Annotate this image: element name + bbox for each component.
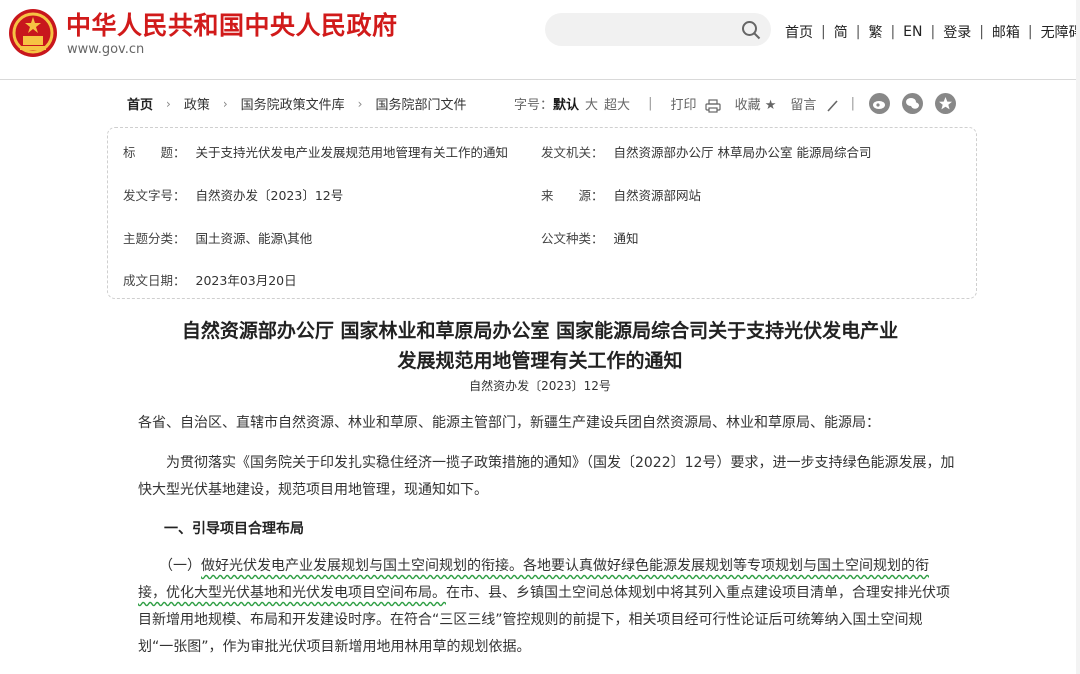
site-title[interactable]: 中华人民共和国中央人民政府: [66, 6, 398, 42]
font-size-xlarge[interactable]: 超大: [604, 94, 630, 113]
scrollbar[interactable]: [1076, 0, 1080, 674]
nav-home[interactable]: 首页: [785, 22, 813, 42]
favorite-label: 收藏: [734, 98, 761, 113]
meta-value: 2023年03月20日: [195, 273, 297, 288]
highlighted-text: 做好光伏发电产业发展规划与国土空间规划的衔接。各地要认真做好绿色能源发展规划等专…: [201, 558, 929, 574]
breadcrumb-arrow-icon: ›: [166, 96, 171, 111]
breadcrumb-arrow-icon: ›: [222, 96, 228, 111]
meta-value: 自然资源部网站: [613, 188, 702, 203]
nav-simplified[interactable]: 简: [834, 22, 848, 42]
paragraph-1-prefix: （一）: [138, 558, 201, 574]
meta-label: 主题分类：: [123, 231, 186, 246]
meta-type: 公文种类： 通知: [541, 228, 639, 247]
print-label: 打印: [670, 98, 697, 113]
font-size-label: 字号：: [514, 98, 554, 113]
nav-separator: |: [821, 24, 826, 40]
meta-label: 成文日期：: [123, 273, 186, 288]
meta-issuer: 发文机关： 自然资源部办公厅 林草局办公室 能源局综合司: [541, 142, 871, 161]
section-heading-1: 一、引导项目合理布局: [164, 521, 304, 537]
nav-separator: |: [930, 24, 936, 40]
site-url: www.gov.cn: [67, 42, 145, 57]
nav-english[interactable]: EN: [903, 24, 922, 40]
nav-separator: |: [979, 24, 984, 40]
meta-docno: 发文字号： 自然资办发〔2023〕12号: [123, 185, 343, 204]
breadcrumb-policy-library[interactable]: 国务院政策文件库: [241, 94, 345, 113]
print-button[interactable]: 打印: [670, 94, 721, 113]
article-doc-number: 自然资办发〔2023〕12号: [469, 379, 611, 393]
paragraph-1: （一）做好光伏发电产业发展规划与国土空间规划的衔接。各地要认真做好绿色能源发展规…: [138, 553, 958, 661]
highlighted-text: 接，优化大型光伏基地和光伏发电项目空间布局。: [138, 585, 446, 601]
paragraph-1-line-2: 接，优化大型光伏基地和光伏发电项目空间布局。在市、县、乡镇国土空间总体规划中将其…: [138, 580, 958, 607]
article-title-line-1: 自然资源部办公厅 国家林业和草原局办公室 国家能源局综合司关于支持光伏发电产业: [181, 320, 899, 342]
paragraph-1-line-4: 划“一张图”，作为审批光伏项目新增用地用林用草的规划依据。: [138, 639, 531, 655]
meta-title: 标 题： 关于支持光伏发电产业发展规范用地管理有关工作的通知: [123, 142, 508, 161]
meta-topic: 主题分类： 国土资源、能源\其他: [123, 228, 312, 247]
star-icon[interactable]: [935, 93, 956, 114]
comment-button[interactable]: 留言: [790, 94, 840, 113]
intro-line-2: 快大型光伏基地建设，规范项目用地管理，现通知如下。: [138, 482, 488, 498]
meta-source: 来 源： 自然资源部网站: [541, 185, 701, 204]
meta-value: 通知: [613, 231, 639, 246]
wechat-icon[interactable]: [902, 93, 923, 114]
breadcrumb-arrow-icon: ›: [357, 96, 363, 111]
meta-label: 来 源：: [541, 188, 604, 203]
nav-separator: |: [890, 24, 896, 40]
breadcrumb-dept-docs[interactable]: 国务院部门文件: [375, 94, 466, 113]
nav-accessibility[interactable]: 无障碍: [1041, 22, 1080, 42]
tool-separator: |: [850, 96, 855, 111]
meta-label: 标 题：: [123, 145, 186, 160]
site-header: 中华人民共和国中央人民政府 www.gov.cn 首页 | 简 | 繁 | EN…: [0, 0, 1080, 80]
article-title-line-2: 发展规范用地管理有关工作的通知: [397, 350, 683, 372]
paragraph-1-text: 在市、县、乡镇国土空间总体规划中将其列入重点建设项目清单，合理安排光伏项: [446, 585, 950, 601]
font-size-default[interactable]: 默认: [553, 94, 579, 113]
nav-login[interactable]: 登录: [943, 22, 971, 42]
meta-label: 公文种类：: [541, 231, 604, 246]
nav-traditional[interactable]: 繁: [868, 22, 882, 42]
weibo-icon[interactable]: [869, 93, 890, 114]
search-icon[interactable]: [741, 20, 761, 40]
national-emblem-icon[interactable]: [8, 8, 58, 58]
paragraph-1-line-3: 目新增用地规模、布局和开发建设时序。在符合“三区三线”管控规则的前提下，相关项目…: [138, 612, 923, 628]
paragraph-1-line-1: （一）做好光伏发电产业发展规划与国土空间规划的衔接。各地要认真做好绿色能源发展规…: [138, 553, 958, 580]
salutation: 各省、自治区、直辖市自然资源、林业和草原、能源主管部门，新疆生产建设兵团自然资源…: [138, 415, 880, 431]
breadcrumb-policy[interactable]: 政策: [184, 94, 210, 113]
tool-separator: |: [648, 96, 653, 111]
intro-paragraph: 为贯彻落实《国务院关于印发扎实稳住经济一揽子政策措施的通知》（国发〔2022〕1…: [138, 450, 958, 504]
favorite-button[interactable]: 收藏 ★: [735, 94, 777, 113]
printer-icon: [705, 98, 721, 113]
meta-value: 国土资源、能源\其他: [195, 231, 313, 246]
top-nav: 首页 | 简 | 繁 | EN | 登录 | 邮箱 | 无障碍: [785, 22, 1080, 42]
font-size-large[interactable]: 大: [585, 94, 598, 113]
meta-value: 自然资源部办公厅 林草局办公室 能源局综合司: [613, 145, 872, 160]
nav-separator: |: [1027, 24, 1033, 40]
meta-value: 自然资办发〔2023〕12号: [195, 188, 344, 203]
breadcrumb: 首页 › 政策 › 国务院政策文件库 › 国务院部门文件: [127, 94, 467, 114]
nav-mail[interactable]: 邮箱: [992, 22, 1020, 42]
meta-label: 发文机关：: [541, 145, 604, 160]
favorite-star-icon: ★: [764, 98, 777, 113]
nav-separator: |: [855, 24, 861, 40]
meta-label: 发文字号：: [123, 188, 186, 203]
search-input[interactable]: [545, 13, 771, 46]
meta-value: 关于支持光伏发电产业发展规范用地管理有关工作的通知: [195, 145, 509, 160]
article-tools: 字号： 默认 大 超大 | 打印 收藏 ★ 留言 |: [514, 94, 865, 113]
meta-date: 成文日期： 2023年03月20日: [123, 270, 297, 289]
pencil-icon: [826, 99, 838, 112]
comment-label: 留言: [790, 98, 817, 113]
breadcrumb-home[interactable]: 首页: [127, 94, 153, 113]
intro-line-1: 为贯彻落实《国务院关于印发扎实稳住经济一揽子政策措施的通知》（国发〔2022〕1…: [138, 455, 955, 471]
